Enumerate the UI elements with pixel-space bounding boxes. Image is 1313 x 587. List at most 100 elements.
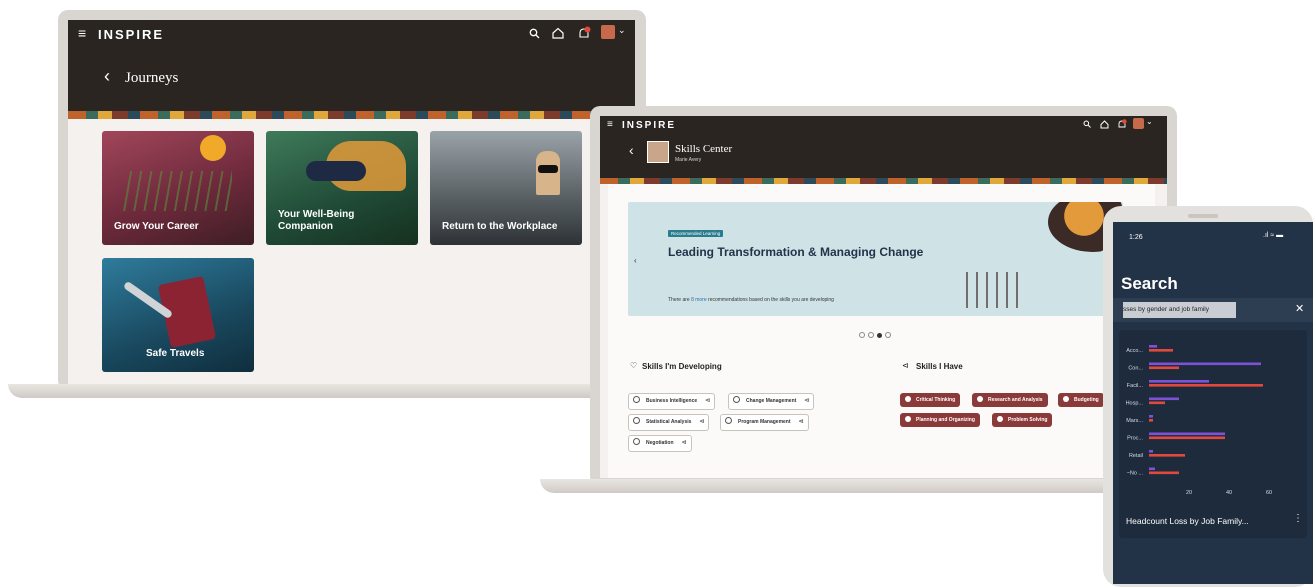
- bar-mark[interactable]: [1149, 454, 1185, 457]
- journey-tile[interactable]: Your Well-Being Companion: [266, 131, 418, 245]
- skills-header: ≡ INSPIRE ⌄ ‹ Skills Center Marie Avery: [600, 116, 1167, 184]
- avatar[interactable]: [1133, 118, 1144, 129]
- plants-illustration: [122, 171, 232, 211]
- status-time: 1:26: [1129, 234, 1143, 241]
- avatar[interactable]: [601, 25, 615, 39]
- mask-illustration: [538, 165, 558, 173]
- bar-mark[interactable]: [1149, 436, 1225, 440]
- chart-card[interactable]: Acco... Con... Facil... Hosp... Mars... Proc.…: [1119, 330, 1307, 538]
- category-label: Mars...: [1126, 418, 1143, 424]
- journey-tile[interactable]: Return to the Workplace: [430, 131, 582, 245]
- skill-badge-icon: [977, 396, 983, 402]
- megaphone-icon: ⊲: [902, 361, 909, 370]
- hamburger-icon[interactable]: ≡: [78, 25, 86, 41]
- journey-tile[interactable]: Grow Your Career: [102, 131, 254, 245]
- chevron-down-icon[interactable]: ⌄: [618, 25, 626, 36]
- skill-chip[interactable]: Negotiation ⊲: [628, 435, 692, 452]
- promote-icon[interactable]: ⊲: [705, 398, 710, 404]
- skill-chip[interactable]: Business Intelligence ⊲: [628, 393, 716, 410]
- search-icon[interactable]: [1083, 120, 1091, 128]
- skill-badge-icon: [997, 416, 1003, 422]
- people-illustration: [958, 272, 1018, 308]
- promote-icon[interactable]: ⊲: [799, 419, 804, 425]
- bar-mark[interactable]: [1149, 384, 1263, 387]
- journeys-header: ≡ INSPIRE ⌄ ‹ Journeys: [68, 20, 635, 115]
- more-options-icon[interactable]: ⋮: [1293, 513, 1303, 524]
- tile-label: Your Well-Being Companion: [278, 209, 355, 232]
- progress-ring-icon: [725, 417, 732, 424]
- recommendation-note: There are 8 more recommendations based o…: [668, 297, 834, 303]
- home-icon[interactable]: [1100, 120, 1109, 129]
- carousel-dot[interactable]: [885, 332, 891, 338]
- bar-mark[interactable]: [1149, 397, 1179, 401]
- promote-icon[interactable]: ⊲: [804, 398, 809, 404]
- user-name: Marie Avery: [675, 157, 702, 163]
- skill-badge[interactable]: Research and Analysis: [972, 393, 1048, 407]
- promote-icon[interactable]: ⊲: [682, 440, 687, 446]
- tile-label: Grow Your Career: [114, 221, 199, 232]
- bar-mark[interactable]: [1149, 471, 1179, 475]
- promote-icon[interactable]: ⊲: [699, 419, 704, 425]
- page-title: Search: [1121, 274, 1178, 293]
- back-icon[interactable]: ‹: [629, 142, 634, 158]
- skills-developing-heading: Skills I'm Developing: [642, 362, 722, 371]
- journeys-screen: ≡ INSPIRE ⌄ ‹ Journeys Grow Your Career …: [68, 20, 635, 385]
- close-icon[interactable]: ✕: [1295, 302, 1304, 315]
- brand-logo: INSPIRE: [98, 27, 165, 42]
- skill-badge-icon: [905, 416, 911, 422]
- bar-mark[interactable]: [1149, 349, 1173, 352]
- skill-chip[interactable]: Statistical Analysis ⊲: [628, 414, 710, 431]
- chart-caption: Headcount Loss by Job Family...: [1126, 516, 1249, 526]
- carousel-pagination: [859, 325, 891, 343]
- skill-chip[interactable]: Program Management ⊲: [720, 414, 809, 431]
- home-icon[interactable]: [552, 27, 564, 39]
- notifications-icon[interactable]: [577, 26, 591, 40]
- skill-badge[interactable]: Budgeting: [1058, 393, 1104, 407]
- progress-ring-icon: [733, 396, 740, 403]
- hamburger-icon[interactable]: ≡: [607, 119, 613, 130]
- category-label: Proc...: [1127, 436, 1143, 442]
- search-icon[interactable]: [529, 28, 540, 39]
- person-photo: [536, 151, 560, 195]
- progress-ring-icon: [633, 396, 640, 403]
- tile-label: Safe Travels: [146, 348, 205, 359]
- progress-ring-icon: [633, 438, 640, 445]
- phone-screen: 1:26 .ıl ≈ ▬ Search sses by gender and j…: [1113, 222, 1313, 584]
- bar-mark[interactable]: [1149, 345, 1157, 348]
- skill-chip[interactable]: Change Management ⊲: [728, 393, 815, 410]
- bar-mark[interactable]: [1149, 432, 1225, 436]
- heart-icon: ♡: [630, 361, 638, 370]
- skill-badge[interactable]: Planning and Organizing: [900, 413, 980, 427]
- bar-mark[interactable]: [1149, 415, 1153, 418]
- journey-tile[interactable]: Safe Travels: [102, 258, 254, 372]
- x-tick-label: 60: [1266, 490, 1272, 496]
- skills-have-heading: Skills I Have: [916, 362, 963, 371]
- recommendation-title[interactable]: Leading Transformation & Managing Change: [668, 245, 923, 259]
- carousel-dot[interactable]: [868, 332, 874, 338]
- carousel-dot[interactable]: [859, 332, 865, 338]
- bar-mark[interactable]: [1149, 419, 1153, 422]
- chevron-down-icon[interactable]: ⌄: [1146, 117, 1153, 126]
- x-tick-label: 20: [1186, 490, 1192, 496]
- back-icon[interactable]: ‹: [104, 66, 110, 87]
- bar-mark[interactable]: [1149, 467, 1155, 471]
- progress-ring-icon: [633, 417, 640, 424]
- person-illustration: [306, 161, 366, 181]
- skill-badge[interactable]: Problem Solving: [992, 413, 1053, 427]
- category-label: ~No ...: [1127, 471, 1144, 477]
- category-label: Retail: [1129, 453, 1143, 459]
- phone-speaker: [1188, 214, 1218, 218]
- search-input[interactable]: sses by gender and job family: [1123, 302, 1236, 318]
- bar-mark[interactable]: [1149, 450, 1153, 453]
- skill-badge[interactable]: Critical Thinking: [900, 393, 961, 407]
- carousel-prev-icon[interactable]: ‹: [634, 256, 637, 265]
- skill-badge-icon: [905, 396, 911, 402]
- bar-mark[interactable]: [1149, 401, 1165, 405]
- notifications-icon[interactable]: [1117, 119, 1127, 129]
- bar-mark[interactable]: [1149, 366, 1179, 370]
- carousel-dot-active[interactable]: [877, 333, 882, 338]
- bar-mark[interactable]: [1149, 380, 1209, 383]
- more-link[interactable]: 8 more: [691, 297, 707, 303]
- category-label: Hosp...: [1126, 401, 1144, 407]
- bar-mark[interactable]: [1149, 362, 1261, 366]
